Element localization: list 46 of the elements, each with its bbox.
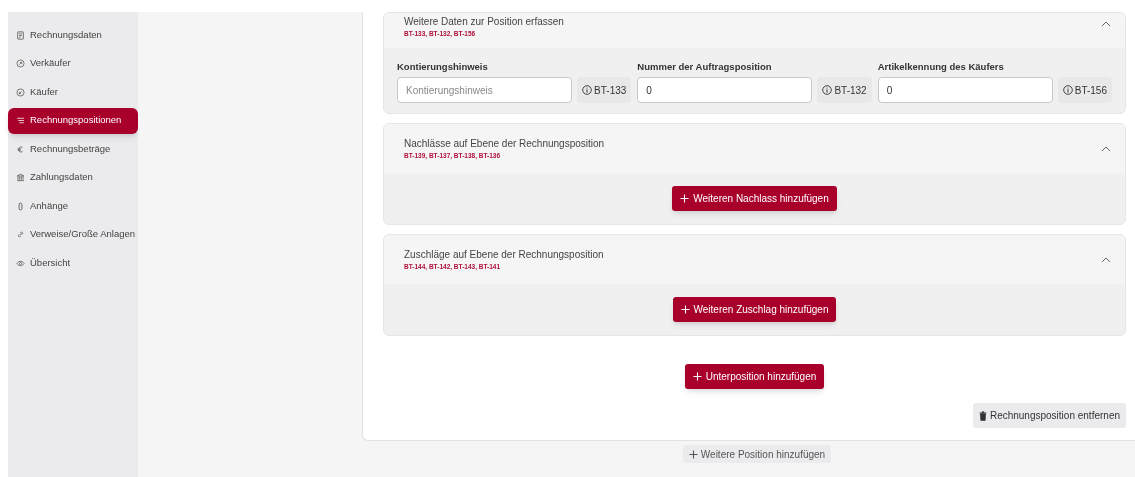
sidebar-item[interactable]: Rechnungsbeträge bbox=[8, 136, 138, 162]
section-title: Zuschläge auf Ebene der Rechnungsposition bbox=[404, 248, 604, 263]
chevron-up-icon bbox=[1101, 256, 1111, 263]
sidebar-item[interactable]: Verweise/Große Anlagen bbox=[8, 221, 138, 248]
eye-icon bbox=[16, 258, 25, 268]
chevron-up-icon bbox=[1101, 145, 1111, 152]
add-position-button[interactable]: Weitere Position hinzufügen bbox=[682, 445, 832, 464]
section-title: Weitere Daten zur Position erfassen bbox=[404, 15, 564, 29]
sidebar-item[interactable]: Rechnungspositionen bbox=[8, 107, 138, 134]
document-icon bbox=[16, 30, 25, 40]
bank-icon bbox=[16, 173, 25, 182]
add-button[interactable]: Weiteren Nachlass hinzufügen bbox=[672, 186, 837, 212]
sidebar-item[interactable]: Verkäufer bbox=[8, 50, 138, 77]
field-label: Artikelkennung des Käufers bbox=[877, 60, 1005, 74]
info-icon bbox=[1062, 85, 1073, 96]
link-icon bbox=[16, 230, 25, 239]
plus-icon bbox=[680, 194, 690, 204]
arrow-circle-icon bbox=[16, 59, 25, 68]
plus-icon bbox=[692, 372, 702, 382]
plus-icon bbox=[680, 305, 690, 315]
remove-position-button[interactable]: Rechnungsposition entfernen bbox=[972, 403, 1126, 429]
input-field[interactable]: 0 bbox=[637, 77, 813, 104]
field-label: Nummer der Auftragsposition bbox=[637, 60, 773, 74]
input-field[interactable]: Kontierungshinweis bbox=[397, 77, 573, 104]
sidebar-item[interactable]: Käufer bbox=[8, 79, 138, 105]
field-code-hint: BT-156 bbox=[1057, 77, 1112, 104]
sidebar-item[interactable]: Anhänge bbox=[8, 193, 138, 219]
field-label: Kontierungshinweis bbox=[397, 60, 489, 74]
section-title: Nachlässe auf Ebene der Rechnungsposition bbox=[404, 137, 605, 152]
add-button[interactable]: Weiteren Zuschlag hinzufügen bbox=[672, 297, 837, 323]
plus-icon bbox=[688, 449, 698, 459]
add-subposition-button[interactable]: Unterposition hinzufügen bbox=[684, 364, 825, 390]
sidebar-item[interactable]: Übersicht bbox=[8, 250, 138, 276]
field-code-hint: BT-132 bbox=[817, 77, 872, 104]
euro-icon bbox=[16, 144, 25, 154]
paperclip-icon bbox=[16, 201, 25, 211]
input-field[interactable]: 0 bbox=[877, 77, 1053, 104]
info-icon bbox=[582, 85, 593, 96]
lines-icon bbox=[16, 116, 25, 125]
chevron-up-icon bbox=[1101, 21, 1111, 27]
trash-icon bbox=[978, 410, 987, 421]
info-icon bbox=[822, 85, 833, 96]
arrow-circle-icon bbox=[16, 87, 25, 97]
sidebar-item[interactable]: Rechnungsdaten bbox=[8, 22, 138, 48]
sidebar-item[interactable]: Zahlungsdaten bbox=[8, 164, 138, 191]
field-code-hint: BT-133 bbox=[577, 77, 632, 104]
